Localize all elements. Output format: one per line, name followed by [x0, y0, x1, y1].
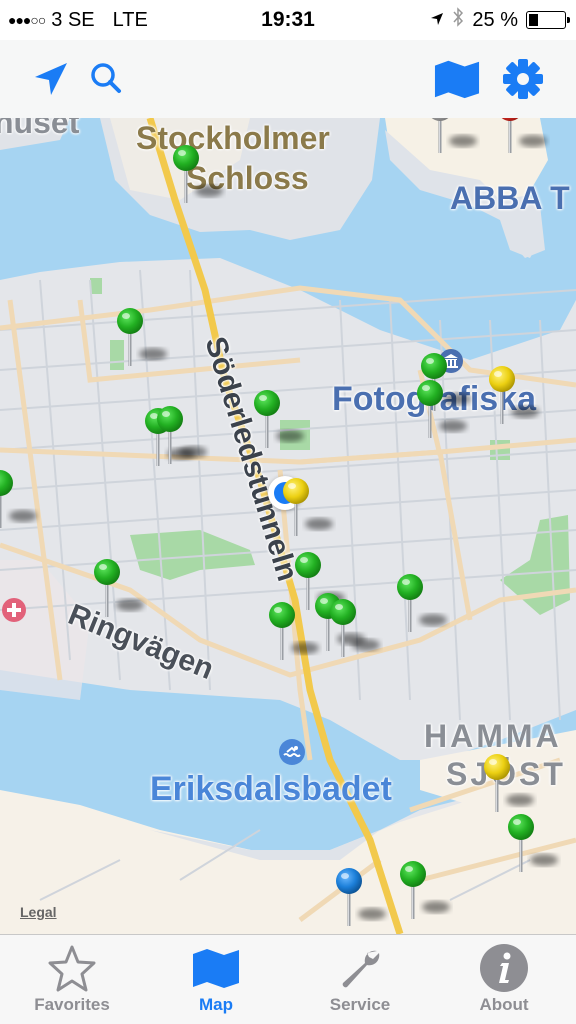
navigation-bar [0, 40, 576, 118]
settings-button[interactable] [500, 56, 546, 102]
search-icon [91, 63, 121, 93]
gear-icon [503, 59, 543, 99]
pin-hammarby[interactable] [482, 752, 552, 812]
battery-percent: 25 % [472, 8, 518, 31]
pin-left-edge[interactable] [0, 468, 55, 528]
pin-fotografiska-2[interactable] [415, 378, 485, 438]
pin-3[interactable] [155, 404, 225, 464]
pin-11[interactable] [398, 859, 468, 919]
pin-4[interactable] [252, 388, 322, 448]
tab-about[interactable]: About [432, 935, 576, 1024]
legal-link[interactable]: Legal [20, 904, 57, 920]
pin-top-right-1[interactable] [425, 118, 495, 153]
star-icon [48, 945, 96, 992]
tab-map[interactable]: Map [144, 935, 288, 1024]
swimming-pool-icon[interactable] [278, 738, 306, 766]
map-label-stadshuset: huset [0, 118, 80, 140]
pin-bottom-blue[interactable] [334, 866, 404, 926]
pin-fotografiska-3[interactable] [487, 364, 557, 424]
tab-bar: Favorites Map Service About [0, 934, 576, 1024]
pin-ringvagen[interactable] [92, 557, 162, 617]
tab-service[interactable]: Service [288, 935, 432, 1024]
map-label-eriksdalsbadet: Eriksdalsbadet [150, 770, 392, 808]
status-bar: ●●●○○ 3 SE LTE 19:31 25 % [0, 0, 576, 40]
battery-fill [529, 14, 538, 26]
pin-current-location[interactable] [281, 476, 351, 536]
location-arrow-icon [35, 63, 67, 95]
tab-map-label: Map [199, 995, 233, 1014]
map-icon [193, 949, 239, 988]
hospital-icon[interactable] [0, 596, 28, 624]
locate-me-button[interactable] [28, 56, 74, 102]
map-type-button[interactable] [434, 56, 480, 102]
tab-favorites[interactable]: Favorites [0, 935, 144, 1024]
pin-9[interactable] [395, 572, 465, 632]
map-view[interactable]: huset Stockholmer Schloss ABBA T Fotogra… [0, 118, 576, 934]
map-label-hammarby: HAMMA [424, 718, 562, 754]
wrench-icon [342, 950, 380, 988]
location-services-icon [430, 9, 444, 32]
tab-about-label: About [479, 995, 529, 1014]
pin-top-right-2[interactable] [495, 118, 565, 153]
map-label-abba: ABBA T [450, 180, 570, 216]
pin-8[interactable] [328, 597, 398, 657]
battery-icon [526, 11, 570, 29]
map-icon [434, 60, 480, 99]
pin-10[interactable] [506, 812, 576, 872]
pin-1[interactable] [115, 306, 185, 366]
bluetooth-icon [452, 7, 464, 33]
tab-favorites-label: Favorites [34, 995, 110, 1014]
pin-stockholmer-schloss[interactable] [171, 143, 241, 203]
info-icon [480, 944, 528, 992]
tab-service-label: Service [329, 995, 391, 1014]
search-button[interactable] [84, 56, 130, 102]
